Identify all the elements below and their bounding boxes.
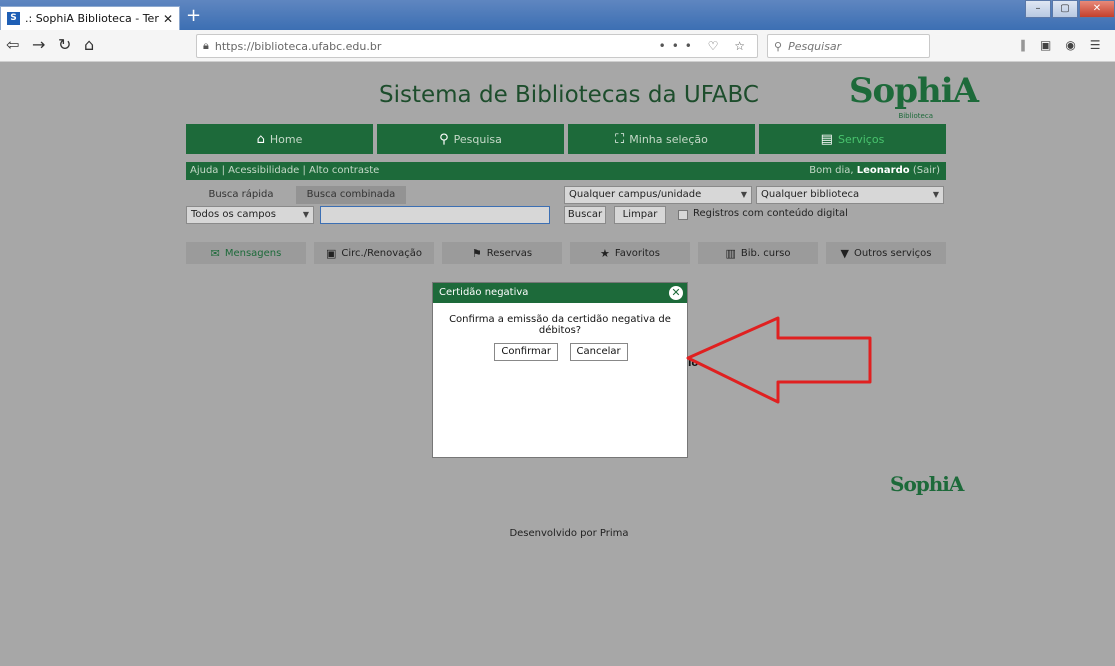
service-favoritos[interactable]: ★ Favoritos (570, 242, 690, 264)
service-label: Favoritos (614, 247, 660, 259)
reload-icon[interactable]: ↻ (58, 36, 71, 54)
lock-icon: 🔒︎ (203, 39, 209, 52)
basket-icon: ⛶ (615, 131, 625, 147)
close-icon[interactable]: ✕ (669, 286, 683, 300)
search-input[interactable] (320, 206, 550, 224)
cancel-button[interactable]: Cancelar (569, 343, 628, 361)
footer-credit: Desenvolvido por Prima (509, 528, 629, 539)
tab-busca-rapida[interactable]: Busca rápida (186, 186, 296, 204)
forward-icon[interactable]: → (32, 36, 45, 54)
minimize-icon[interactable]: – (1025, 0, 1051, 18)
maximize-icon[interactable]: ▢ (1052, 0, 1078, 18)
nav-pesquisa[interactable]: ⚲ Pesquisa (377, 124, 564, 154)
nav-label: Minha seleção (629, 132, 708, 146)
caret-down-icon: ▼ (840, 246, 849, 260)
star-icon: ★ (599, 246, 610, 260)
service-mensagens[interactable]: ✉ Mensagens (186, 242, 306, 264)
service-label: Circ./Renovação (341, 247, 422, 259)
certidao-dialog: Certidão negativa ✕ Confirma a emissão d… (432, 282, 688, 458)
url-text: https://biblioteca.ufabc.edu.br (214, 39, 382, 53)
service-label: Outros serviços (853, 247, 932, 259)
service-label: Mensagens (224, 247, 282, 259)
digital-content-checkbox[interactable] (678, 210, 688, 220)
home-icon[interactable]: ⌂ (84, 36, 94, 54)
limpar-button[interactable]: Limpar (614, 206, 666, 224)
dialog-buttons: Confirmar Cancelar (433, 343, 689, 361)
search-icon: ⚲ (774, 39, 783, 53)
browser-search-bar[interactable]: ⚲ (767, 34, 930, 58)
sophia-logo[interactable]: SophiA Biblioteca (849, 71, 979, 124)
library-select-value: Qualquer biblioteca (761, 189, 860, 200)
buscar-button[interactable]: Buscar (564, 206, 606, 224)
home-icon: ⌂ (256, 131, 265, 147)
tab-busca-combinada[interactable]: Busca combinada (296, 186, 406, 204)
logo-subtitle: Biblioteca (898, 112, 933, 120)
field-select[interactable]: Todos os campos ▼ (186, 206, 314, 224)
favicon-icon: S (7, 12, 20, 25)
logout-link[interactable]: (Sair) (910, 165, 940, 176)
footer-logo: SophiA (890, 472, 964, 496)
browser-tab-bar: S .: SophiA Biblioteca - Terminal ✕ + – … (0, 0, 1115, 30)
logo-text: SophiA (849, 71, 979, 111)
chevron-down-icon: ▼ (932, 190, 939, 199)
user-name: Leonardo (856, 165, 910, 176)
envelope-icon: ✉ (210, 246, 220, 260)
service-label: Bib. curso (740, 247, 791, 259)
main-nav: ⌂ Home ⚲ Pesquisa ⛶ Minha seleção ▤ Serv… (186, 124, 946, 154)
browser-tab[interactable]: S .: SophiA Biblioteca - Terminal ✕ (0, 6, 180, 30)
service-reservas[interactable]: ⚑ Reservas (442, 242, 562, 264)
browser-nav-bar: ⇦ → ↻ ⌂ 🔒︎ https://biblioteca.ufabc.edu.… (0, 30, 1115, 62)
dialog-title: Certidão negativa (439, 287, 529, 298)
url-bar[interactable]: 🔒︎ https://biblioteca.ufabc.edu.br ••• ♡… (196, 34, 758, 58)
new-tab-icon[interactable]: + (186, 7, 201, 25)
confirm-button[interactable]: Confirmar (494, 343, 559, 361)
service-bib-curso[interactable]: ▥ Bib. curso (698, 242, 818, 264)
nav-label: Serviços (837, 132, 885, 146)
search-icon: ⚲ (439, 131, 449, 147)
nav-label: Home (269, 132, 303, 146)
search-tabs: Busca rápida Busca combinada (186, 186, 406, 204)
window-close-icon[interactable]: ✕ (1079, 0, 1115, 18)
greeting-prefix: Bom dia, (809, 165, 857, 176)
window-controls: – ▢ ✕ (1024, 0, 1115, 18)
field-select-value: Todos os campos (191, 209, 276, 220)
help-links[interactable]: Ajuda | Acessibilidade | Alto contraste (190, 165, 379, 176)
service-circulacao[interactable]: ▣ Circ./Renovação (314, 242, 434, 264)
nav-home[interactable]: ⌂ Home (186, 124, 373, 154)
library-select[interactable]: Qualquer biblioteca ▼ (756, 186, 944, 204)
nav-servicos[interactable]: ▤ Serviços (759, 124, 946, 154)
top-links-bar: Ajuda | Acessibilidade | Alto contraste … (186, 162, 946, 180)
chevron-down-icon: ▼ (740, 190, 747, 199)
circulation-icon: ▣ (325, 246, 337, 260)
books-icon: ▥ (725, 246, 736, 260)
campus-select-value: Qualquer campus/unidade (569, 189, 702, 200)
site-title: Sistema de Bibliotecas da UFABC (379, 82, 759, 108)
toolbar-icons[interactable]: ∥▣◉☰ (1020, 38, 1115, 52)
dialog-header: Certidão negativa ✕ (433, 283, 687, 303)
dialog-message: Confirma a emissão da certidão negativa … (449, 314, 671, 336)
tab-title: .: SophiA Biblioteca - Terminal (25, 12, 159, 25)
back-icon[interactable]: ⇦ (6, 36, 19, 54)
chevron-down-icon: ▼ (302, 210, 309, 219)
browser-search-input[interactable] (788, 39, 919, 53)
tab-close-icon[interactable]: ✕ (163, 12, 173, 26)
page-actions-icon[interactable]: ••• ♡ ☆ (659, 39, 751, 53)
services-bar: ✉ Mensagens ▣ Circ./Renovação ⚑ Reservas… (186, 242, 946, 264)
greeting: Bom dia, Leonardo (Sair) (809, 162, 940, 180)
service-label: Reservas (486, 247, 533, 259)
nav-minha-selecao[interactable]: ⛶ Minha seleção (568, 124, 755, 154)
campus-select[interactable]: Qualquer campus/unidade ▼ (564, 186, 752, 204)
flag-icon: ⚑ (471, 246, 482, 260)
digital-content-label: Registros com conteúdo digital (693, 208, 848, 219)
nav-label: Pesquisa (453, 132, 502, 146)
services-icon: ▤ (820, 131, 833, 147)
red-arrow-annotation (686, 316, 872, 404)
service-outros[interactable]: ▼ Outros serviços (826, 242, 946, 264)
